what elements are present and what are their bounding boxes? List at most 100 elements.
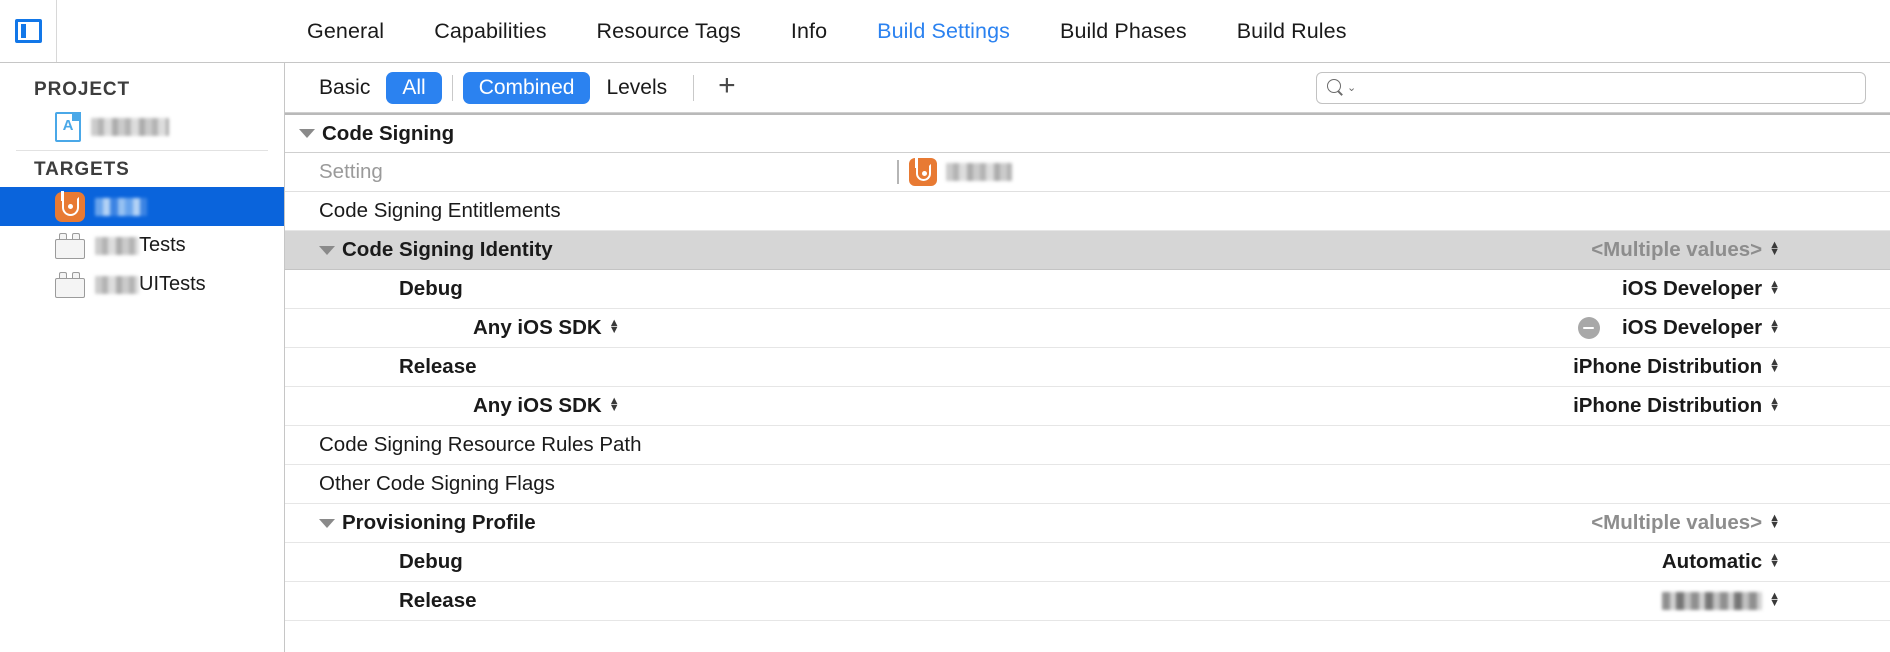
table-row[interactable]: Debug Automatic ▲ ▼ — [285, 543, 1890, 582]
project-name-redacted — [91, 117, 169, 136]
value-stepper-icon[interactable]: ▲ ▼ — [1769, 552, 1780, 570]
tab-build-phases[interactable]: Build Phases — [1035, 19, 1212, 44]
settings-group-header[interactable]: Code Signing — [285, 113, 1890, 153]
value-stepper-icon[interactable]: ▲ ▼ — [1769, 396, 1780, 414]
table-row[interactable]: Release iPhone Distribution ▲ ▼ — [285, 348, 1890, 387]
sidebar-divider — [16, 150, 268, 151]
setting-name-label: Any iOS SDK — [473, 316, 602, 339]
app-icon-orange-b — [909, 157, 937, 186]
table-row[interactable]: Debug iOS Developer ▲ ▼ — [285, 270, 1890, 309]
xcode-build-settings-window: General Capabilities Resource Tags Info Buil… — [0, 0, 1890, 652]
setting-value-cell[interactable]: iPhone Distribution ▲ ▼ — [897, 394, 1890, 418]
column-header-setting: Setting — [285, 160, 897, 184]
table-row[interactable]: Any iOS SDK ▲ ▼ iPhone Distribution ▲ ▼ — [285, 387, 1890, 426]
window-body: PROJECT TARGETS — [0, 63, 1890, 652]
redaction-bar — [95, 236, 139, 255]
target-name-redacted — [95, 197, 147, 216]
target-uitests-suffix: UITests — [139, 273, 206, 295]
sidebar-item-target-uitests[interactable]: UITests — [0, 265, 284, 304]
setting-name-cell: Provisioning Profile — [285, 511, 897, 535]
setting-value-cell[interactable]: iOS Developer ▲ ▼ — [897, 316, 1890, 340]
tab-resource-tags[interactable]: Resource Tags — [572, 19, 766, 44]
disclosure-triangle-icon[interactable] — [319, 518, 335, 528]
setting-value-label: iOS Developer — [1621, 316, 1763, 339]
table-row[interactable]: Code Signing Identity <Multiple values> ▲ ▼ — [285, 231, 1890, 270]
sidebar-item-target-app[interactable] — [0, 187, 284, 226]
tab-build-settings[interactable]: Build Settings — [852, 19, 1035, 44]
setting-value-cell[interactable]: Automatic ▲ ▼ — [897, 550, 1890, 574]
editor-tab-bar: General Capabilities Resource Tags Info Buil… — [0, 0, 1890, 63]
setting-value-label: iPhone Distribution — [1573, 394, 1763, 417]
search-input[interactable] — [1359, 77, 1855, 98]
setting-value-cell[interactable]: <Multiple values> ▲ ▼ — [897, 238, 1890, 262]
filter-combined-button[interactable]: Combined — [462, 71, 591, 104]
redaction-bar — [95, 197, 147, 216]
setting-name-cell: Code Signing Identity — [285, 238, 897, 262]
tab-info[interactable]: Info — [766, 19, 852, 44]
value-stepper-icon[interactable]: ▲ ▼ — [1769, 357, 1780, 375]
setting-value-cell[interactable]: ▲ ▼ — [897, 591, 1890, 610]
tab-capabilities[interactable]: Capabilities — [409, 19, 571, 44]
left-panel-toggle-icon — [14, 19, 42, 43]
table-row[interactable]: Any iOS SDK ▲ ▼ iOS Developer ▲ ▼ — [285, 309, 1890, 348]
setting-value-cell[interactable]: iPhone Distribution ▲ ▼ — [897, 355, 1890, 379]
xcode-project-icon — [55, 111, 81, 142]
value-stepper-icon[interactable]: ▲ ▼ — [1769, 240, 1780, 258]
remove-override-icon[interactable] — [1577, 317, 1600, 339]
table-row[interactable]: Release ▲ ▼ — [285, 582, 1890, 621]
tab-build-rules[interactable]: Build Rules — [1212, 19, 1372, 44]
setting-name-label: Any iOS SDK — [473, 394, 602, 417]
column-header-target-inner — [909, 157, 1012, 186]
setting-name-label: Provisioning Profile — [342, 511, 536, 534]
search-field[interactable]: ⌄ — [1316, 71, 1866, 104]
settings-table-scroll[interactable]: Code Signing Setting Code Signing Entitl… — [285, 113, 1890, 652]
table-row[interactable]: Code Signing Resource Rules Path — [285, 426, 1890, 465]
filter-all-button[interactable]: All — [386, 71, 442, 104]
build-settings-pane: Basic All Combined Levels + ⌄ Code Signi… — [285, 63, 1890, 652]
sidebar-item-target-tests[interactable]: Tests — [0, 226, 284, 265]
settings-column-header: Setting — [285, 153, 1890, 192]
filter-separator — [693, 74, 695, 101]
setting-value-label: Automatic — [1661, 550, 1763, 573]
redaction-bar — [1662, 592, 1763, 610]
target-uitests-label: UITests — [95, 273, 206, 296]
table-row[interactable]: Provisioning Profile <Multiple values> ▲ ▼ — [285, 504, 1890, 543]
setting-name-label: Release — [399, 355, 477, 378]
project-section-heading: PROJECT — [34, 79, 131, 100]
search-icon — [1327, 79, 1344, 96]
settings-rows: Code Signing Entitlements Code Signing Id… — [285, 192, 1890, 621]
table-row[interactable]: Code Signing Entitlements — [285, 192, 1890, 231]
setting-name-cell: Release — [285, 355, 897, 379]
sdk-stepper-icon[interactable]: ▲ ▼ — [609, 396, 620, 414]
project-list-item[interactable] — [0, 107, 284, 146]
setting-value-label: <Multiple values> — [1591, 238, 1763, 261]
value-stepper-icon[interactable]: ▲ ▼ — [1769, 591, 1780, 609]
tab-general[interactable]: General — [282, 19, 409, 44]
disclosure-triangle-icon[interactable] — [319, 245, 335, 255]
test-bundle-icon — [55, 271, 85, 298]
filter-basic-button[interactable]: Basic — [303, 72, 386, 104]
left-panel-toggle-button[interactable] — [0, 0, 57, 62]
table-row[interactable]: Other Code Signing Flags — [285, 465, 1890, 504]
settings-table: Code Signing Setting Code Signing Entitl… — [285, 113, 1890, 621]
value-stepper-icon[interactable]: ▲ ▼ — [1769, 513, 1780, 531]
setting-name-cell: Debug — [285, 550, 897, 574]
add-setting-button[interactable]: + — [704, 70, 750, 101]
setting-value-cell[interactable]: iOS Developer ▲ ▼ — [897, 277, 1890, 301]
setting-value-cell[interactable]: <Multiple values> ▲ ▼ — [897, 511, 1890, 535]
disclosure-triangle-icon[interactable] — [299, 129, 315, 138]
setting-name-label: Code Signing Resource Rules Path — [319, 433, 642, 456]
value-stepper-icon[interactable]: ▲ ▼ — [1769, 318, 1780, 336]
sdk-stepper-icon[interactable]: ▲ ▼ — [609, 318, 620, 336]
group-header-name: Code Signing — [285, 122, 897, 146]
setting-name-cell: Any iOS SDK ▲ ▼ — [285, 394, 897, 418]
chevron-down-icon[interactable]: ⌄ — [1347, 83, 1356, 94]
filter-levels-button[interactable]: Levels — [590, 72, 683, 104]
tab-list: General Capabilities Resource Tags Info Buil… — [282, 19, 1372, 44]
target-tests-label: Tests — [95, 234, 186, 257]
redaction-bar — [946, 163, 1012, 181]
setting-name-label: Release — [399, 589, 477, 612]
setting-name-label: Debug — [399, 550, 463, 573]
app-icon-orange-b — [55, 191, 85, 222]
value-stepper-icon[interactable]: ▲ ▼ — [1769, 279, 1780, 297]
